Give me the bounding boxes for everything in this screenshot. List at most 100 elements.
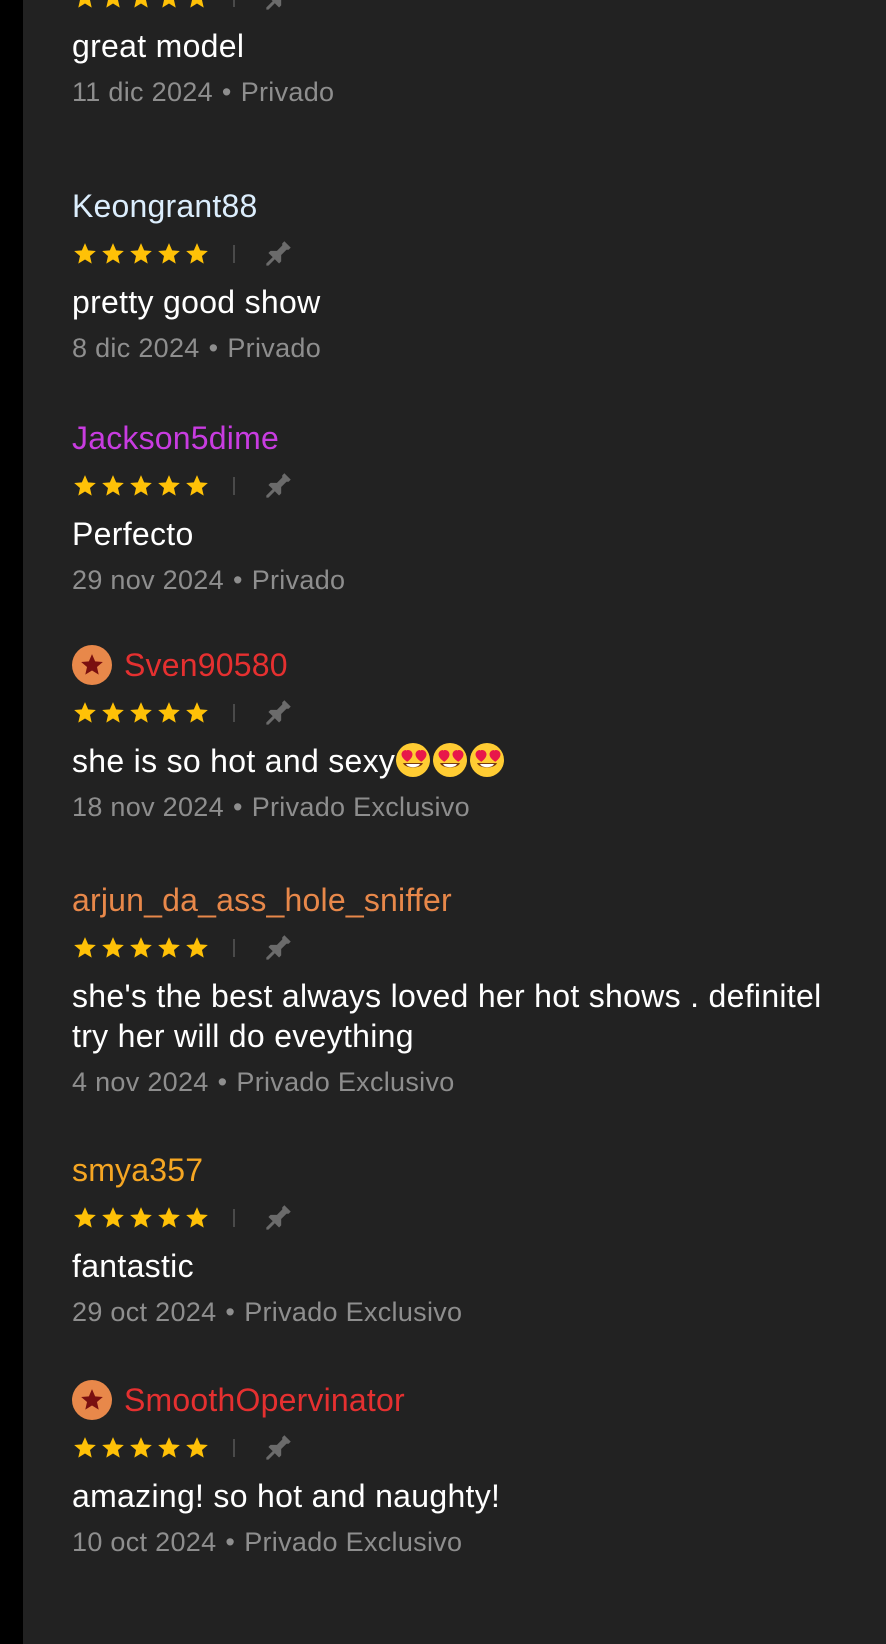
pin-icon[interactable] xyxy=(260,236,296,272)
username-row: SmoothOpervinator xyxy=(72,1380,500,1420)
review-comment-text: amazing! so hot and naughty! xyxy=(72,1478,501,1514)
review-comment: she's the best always loved her hot show… xyxy=(72,976,822,1056)
meta-separator: • xyxy=(208,333,219,363)
star-rating xyxy=(72,1205,212,1231)
username-row: Jackson5dime xyxy=(72,418,345,458)
review-comment: she is so hot and sexy xyxy=(72,741,506,781)
star-icon xyxy=(74,475,96,496)
meta-separator: • xyxy=(232,565,243,595)
show-type: Privado xyxy=(240,77,335,107)
review-item: smya357 fantastic 29 oct 2024 • Privado Excl… xyxy=(72,1150,462,1330)
rating-divider xyxy=(233,1209,235,1227)
pin-icon[interactable] xyxy=(260,930,296,966)
star-icon xyxy=(102,1207,124,1228)
review-comment: fantastic xyxy=(72,1246,462,1286)
review-item: arjun_da_ass_hole_sniffer she's the best … xyxy=(72,880,822,1100)
pin-icon[interactable] xyxy=(260,1430,296,1466)
star-icon xyxy=(130,937,152,958)
star-badge-icon xyxy=(72,1380,112,1420)
review-meta: 10 oct 2024 • Privado Exclusivo xyxy=(72,1524,500,1560)
star-icon xyxy=(186,1437,208,1458)
star-icon xyxy=(74,1207,96,1228)
review-comment: great model xyxy=(72,26,334,66)
review-item: great model 11 dic 2024 • Privado xyxy=(72,0,334,110)
rating-row xyxy=(72,697,506,729)
star-icon xyxy=(102,937,124,958)
star-icon xyxy=(102,475,124,496)
star-icon xyxy=(130,1207,152,1228)
review-comment: pretty good show xyxy=(72,282,321,322)
review-username[interactable]: arjun_da_ass_hole_sniffer xyxy=(72,880,452,920)
meta-separator: • xyxy=(225,1297,236,1327)
review-date: 8 dic 2024 xyxy=(72,333,200,363)
show-type: Privado Exclusivo xyxy=(251,792,470,822)
rating-divider xyxy=(233,477,235,495)
star-icon xyxy=(130,702,152,723)
star-rating xyxy=(72,700,212,726)
star-icon xyxy=(134,0,148,8)
star-rating xyxy=(72,473,212,499)
rating-row xyxy=(72,1202,462,1234)
review-item: Jackson5dime Perfecto 29 nov 2024 • Privado xyxy=(72,418,345,598)
meta-separator: • xyxy=(232,792,243,822)
star-rating xyxy=(72,1435,212,1461)
review-meta: 29 oct 2024 • Privado Exclusivo xyxy=(72,1294,462,1330)
star-icon xyxy=(74,243,96,264)
star-icon xyxy=(74,702,96,723)
show-type: Privado xyxy=(227,333,322,363)
review-date: 29 nov 2024 xyxy=(72,565,224,595)
pin-icon[interactable] xyxy=(260,0,296,16)
review-comment: Perfecto xyxy=(72,514,345,554)
star-icon xyxy=(186,702,208,723)
rating-row xyxy=(72,932,822,964)
review-comment-text: fantastic xyxy=(72,1248,194,1284)
star-icon xyxy=(102,243,124,264)
review-comment-text: she's the best always loved her hot show… xyxy=(72,978,822,1054)
show-type: Privado Exclusivo xyxy=(244,1527,463,1557)
star-icon xyxy=(158,475,180,496)
star-icon xyxy=(78,0,92,8)
star-icon xyxy=(186,475,208,496)
pin-icon[interactable] xyxy=(260,695,296,731)
heart-eyes-emoji xyxy=(469,742,505,778)
star-icon xyxy=(106,0,120,8)
pin-icon[interactable] xyxy=(260,1200,296,1236)
review-meta: 18 nov 2024 • Privado Exclusivo xyxy=(72,789,506,825)
review-date: 4 nov 2024 xyxy=(72,1067,209,1097)
show-type: Privado xyxy=(251,565,346,595)
review-comment-text: great model xyxy=(72,28,245,64)
review-meta: 4 nov 2024 • Privado Exclusivo xyxy=(72,1064,822,1100)
review-date: 29 oct 2024 xyxy=(72,1297,217,1327)
star-icon xyxy=(158,937,180,958)
username-row: Keongrant88 xyxy=(72,186,321,226)
meta-separator: • xyxy=(225,1527,236,1557)
star-icon xyxy=(74,937,96,958)
review-username[interactable]: smya357 xyxy=(72,1150,203,1190)
review-username[interactable]: Sven90580 xyxy=(124,645,288,685)
review-item: SmoothOpervinator amazing! so hot and nau… xyxy=(72,1380,500,1560)
star-icon xyxy=(190,0,204,8)
star-icon xyxy=(162,0,176,8)
show-type: Privado Exclusivo xyxy=(236,1067,455,1097)
star-icon xyxy=(186,1207,208,1228)
review-username[interactable]: Keongrant88 xyxy=(72,186,257,226)
review-meta: 29 nov 2024 • Privado xyxy=(72,562,345,598)
star-icon xyxy=(74,1437,96,1458)
review-username[interactable]: SmoothOpervinator xyxy=(124,1380,405,1420)
meta-separator: • xyxy=(217,1067,228,1097)
rating-divider xyxy=(233,0,235,7)
review-username[interactable]: Jackson5dime xyxy=(72,418,279,458)
review-comment-text: pretty good show xyxy=(72,284,321,320)
username-row: arjun_da_ass_hole_sniffer xyxy=(72,880,822,920)
rating-divider xyxy=(233,704,235,722)
heart-eyes-emoji xyxy=(395,742,431,778)
review-date: 11 dic 2024 xyxy=(72,77,213,107)
username-row: smya357 xyxy=(72,1150,462,1190)
star-rating xyxy=(72,0,212,11)
star-badge-icon xyxy=(72,645,112,685)
review-meta: 8 dic 2024 • Privado xyxy=(72,330,321,366)
pin-icon[interactable] xyxy=(260,468,296,504)
review-date: 10 oct 2024 xyxy=(72,1527,217,1557)
star-icon xyxy=(158,243,180,264)
star-icon xyxy=(102,1437,124,1458)
